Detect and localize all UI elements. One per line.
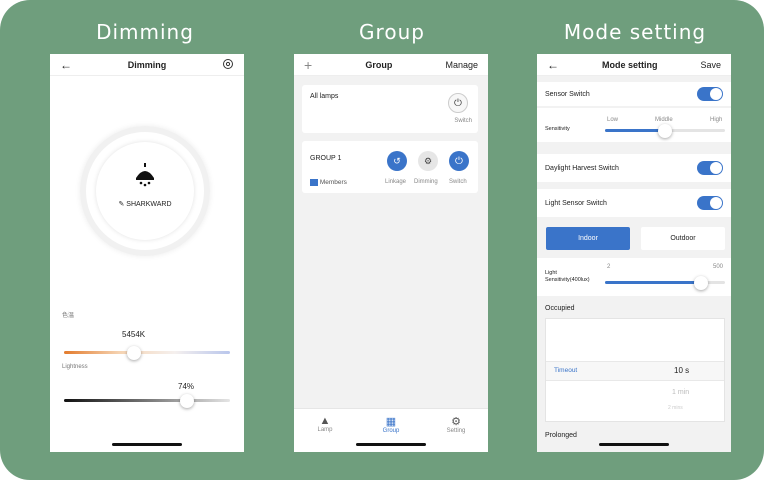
occupied-label: Occupied — [545, 305, 575, 312]
gear-icon: ⚙ — [423, 155, 433, 166]
low-label: Low — [607, 117, 619, 123]
all-lamps-card[interactable]: All lamps ⏻ Switch — [302, 85, 478, 133]
daylight-toggle[interactable] — [697, 161, 723, 175]
group-power-button[interactable]: ⏻ — [449, 151, 469, 171]
light-sens-label-1: Light — [545, 270, 557, 276]
lamp-name: SHARKWARD — [126, 201, 172, 208]
group-header-title: Group — [365, 59, 393, 70]
grid-icon: ▦ — [385, 416, 397, 428]
daylight-row: Daylight Harvest Switch — [537, 154, 731, 182]
dimming-button[interactable]: ⚙ — [418, 151, 438, 171]
light-sens-label-2: Sensitivity(400lux) — [545, 277, 590, 283]
occupied-panel: Timeout 10 s 1 min 2 mins — [545, 318, 725, 422]
color-temp-value: 5454K — [122, 330, 146, 339]
dimming-header-title: Dimming — [127, 59, 167, 70]
timeout-next2[interactable]: 2 mins — [668, 405, 683, 411]
prolonged-label: Prolonged — [545, 432, 577, 439]
sensitivity-slider[interactable] — [605, 124, 725, 138]
mode-header: ← Mode setting Save — [537, 54, 731, 76]
mode-panel-title: Mode setting — [563, 20, 707, 44]
save-button[interactable]: Save — [700, 60, 721, 70]
indoor-button[interactable]: Indoor — [546, 227, 630, 250]
back-arrow-icon[interactable]: ← — [60, 58, 72, 72]
dimming-label: Dimming — [414, 179, 438, 185]
nav-group[interactable]: ▦ Group — [376, 415, 406, 434]
lightness-label: Lightness — [62, 364, 88, 370]
nav-setting[interactable]: ⚙ Setting — [440, 415, 472, 434]
back-arrow-icon[interactable]: ← — [547, 58, 559, 72]
all-lamps-label: All lamps — [310, 93, 339, 100]
group1-name: GROUP 1 — [310, 155, 342, 162]
sensitivity-row: Sensitivity Low Middle High — [537, 108, 731, 142]
daylight-label: Daylight Harvest Switch — [545, 164, 619, 172]
lamp-icon — [132, 162, 158, 190]
home-indicator — [356, 443, 426, 446]
home-indicator — [599, 443, 669, 446]
timeout-label: Timeout — [554, 367, 578, 374]
group-header: + Group Manage — [294, 54, 488, 76]
color-temp-slider[interactable] — [64, 346, 230, 360]
light-sensor-label: Light Sensor Switch — [545, 199, 607, 207]
middle-label: Middle — [655, 117, 673, 123]
nav-lamp[interactable]: ▲ Lamp — [310, 415, 340, 433]
dimming-screen: ← Dimming ✎ SHARKWARD 色温 5454K Lightness… — [50, 54, 244, 452]
group1-card[interactable]: GROUP 1 Members ↺ ⚙ ⏻ Linkage Dimming Sw… — [302, 141, 478, 193]
light-sensor-row: Light Sensor Switch — [537, 189, 731, 217]
light-sensitivity-row: Light Sensitivity(400lux) 2 500 — [537, 258, 731, 296]
color-temp-label: 色温 — [62, 313, 75, 319]
mode-screen: ← Mode setting Save Sensor Switch Sensit… — [537, 54, 731, 452]
lightness-slider[interactable] — [64, 394, 230, 408]
dimming-header: ← Dimming — [50, 54, 244, 76]
dimming-panel-title: Dimming — [96, 20, 194, 44]
members-icon — [310, 179, 318, 186]
sensor-switch-label: Sensor Switch — [545, 90, 590, 98]
nav-group-label: Group — [382, 428, 400, 434]
mode-header-title: Mode setting — [601, 59, 658, 70]
settings-icon: ⚙ — [451, 416, 461, 428]
home-indicator — [112, 443, 182, 446]
sensor-switch-toggle[interactable] — [697, 87, 723, 101]
nav-setting-label: Setting — [446, 428, 466, 434]
lamp-dial[interactable]: ✎ SHARKWARD — [80, 126, 210, 256]
switch-label: Switch — [449, 179, 467, 185]
power-icon: ⏻ — [455, 155, 463, 167]
sensor-switch-row: Sensor Switch — [537, 82, 731, 106]
high-label: High — [710, 117, 723, 123]
add-plus-icon[interactable]: + — [304, 57, 312, 73]
nav-lamp-label: Lamp — [317, 427, 333, 433]
lamp-icon: ▲ — [319, 415, 331, 427]
light-sensor-toggle[interactable] — [697, 196, 723, 210]
all-lamps-switch-label: Switch — [454, 118, 472, 124]
settings-gear-icon[interactable] — [222, 58, 234, 72]
timeout-value[interactable]: 10 s — [674, 366, 689, 375]
members-link[interactable]: Members — [310, 179, 347, 186]
light-sensitivity-slider[interactable] — [605, 276, 725, 290]
all-lamps-power-button[interactable]: ⏻ — [448, 93, 468, 113]
manage-button[interactable]: Manage — [445, 60, 478, 70]
group-panel-title: Group — [359, 20, 425, 44]
linkage-label: Linkage — [385, 179, 407, 185]
group-screen: + Group Manage All lamps ⏻ Switch GROUP … — [294, 54, 488, 452]
edit-pencil-icon[interactable]: ✎ — [118, 201, 124, 208]
linkage-button[interactable]: ↺ — [387, 151, 407, 171]
sensitivity-label: Sensitivity — [545, 126, 570, 132]
timeout-next[interactable]: 1 min — [672, 389, 689, 396]
light-min: 2 — [607, 264, 611, 270]
outdoor-button[interactable]: Outdoor — [641, 227, 725, 250]
power-icon: ⏻ — [454, 97, 462, 109]
lightness-value: 74% — [178, 382, 195, 391]
members-label: Members — [319, 179, 347, 187]
linkage-icon: ↺ — [393, 155, 401, 166]
light-max: 500 — [713, 264, 724, 270]
